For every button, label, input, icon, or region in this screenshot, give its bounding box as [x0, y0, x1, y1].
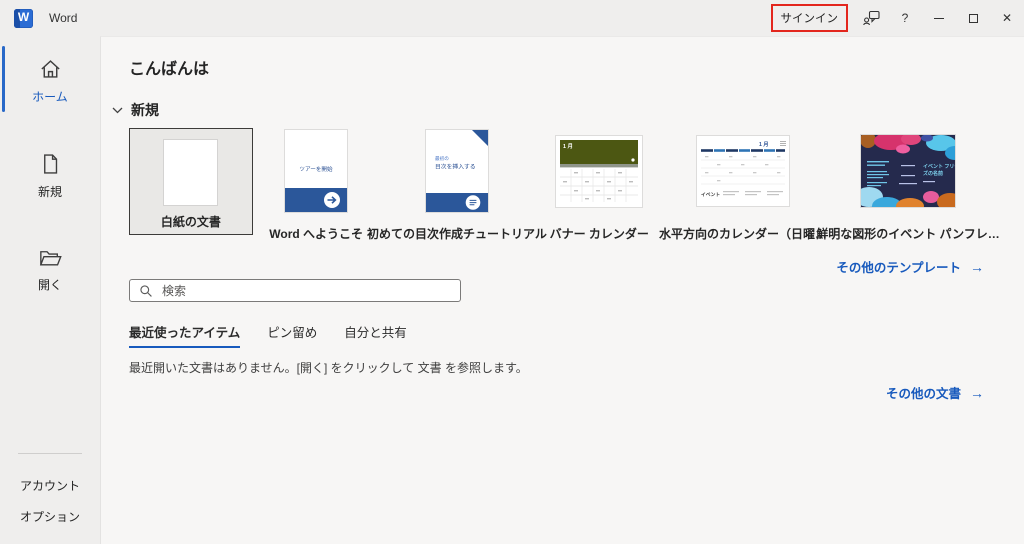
person-feedback-icon	[863, 10, 880, 26]
right-arrow-icon[interactable]: →	[970, 385, 984, 401]
sidebar-item-label: 開く	[38, 276, 62, 293]
template-label: 初めての目次作成チュートリアル	[367, 225, 547, 242]
svg-text:1 月: 1 月	[563, 142, 573, 150]
sidebar-footer: アカウント オプション	[0, 453, 100, 532]
template-welcome-to-word[interactable]: ツアーを開始 Word へようこそ	[263, 128, 370, 242]
template-label: 白紙の文書	[161, 213, 221, 230]
chevron-down-icon	[112, 107, 123, 114]
svg-text:ズの名前: ズの名前	[923, 170, 943, 177]
sidebar-item-label: 新規	[38, 183, 62, 200]
sidebar-item-new[interactable]: 新規	[0, 152, 100, 200]
welcome-tour-thumbnail: ツアーを開始	[285, 130, 347, 212]
sidebar-item-account[interactable]: アカウント	[20, 470, 80, 501]
word-logo-icon: W	[14, 9, 33, 28]
home-icon	[38, 57, 63, 81]
more-templates-link[interactable]: その他のテンプレート	[836, 257, 961, 276]
maximize-button[interactable]	[956, 0, 990, 36]
template-search-box[interactable]	[129, 279, 461, 302]
minimize-button[interactable]	[922, 0, 956, 36]
maximize-icon	[969, 14, 978, 23]
sidebar-item-home[interactable]: ホーム	[0, 57, 100, 105]
sidebar-item-options[interactable]: オプション	[20, 501, 80, 532]
template-label: バナー カレンダー	[550, 225, 649, 242]
tab-pinned[interactable]: ピン留め	[267, 322, 317, 348]
feedback-button[interactable]	[854, 0, 888, 36]
event-brochure-thumbnail: イベント フリー ズの名前	[861, 135, 955, 207]
tab-shared-with-me[interactable]: 自分と共有	[344, 322, 407, 348]
template-gallery: 白紙の文書 ツアーを開始 Word へようこそ 最初の	[129, 128, 984, 242]
new-section-title: 新規	[131, 100, 159, 120]
svg-text:1 月: 1 月	[759, 140, 769, 148]
sidebar-item-open[interactable]: 開く	[0, 247, 100, 293]
greeting-heading: こんばんは	[129, 55, 984, 79]
more-documents-link[interactable]: その他の文書	[886, 383, 961, 402]
signin-annotation-highlight: サインイン	[771, 4, 849, 32]
sidebar: ホーム 新規 開く アカウント オプション	[0, 36, 100, 544]
tab-recent[interactable]: 最近使ったアイテム	[129, 322, 240, 348]
horizontal-calendar-thumbnail: 1 月	[697, 136, 789, 206]
titlebar-controls: サインイン ? ✕	[771, 0, 1024, 36]
svg-text:目次を挿入する: 目次を挿入する	[435, 163, 476, 171]
new-document-icon	[39, 152, 62, 176]
help-button[interactable]: ?	[888, 0, 922, 36]
document-list-tabs: 最近使ったアイテム ピン留め 自分と共有	[129, 322, 984, 348]
close-icon: ✕	[1002, 11, 1012, 25]
svg-text:イベント フリー: イベント フリー	[923, 164, 955, 170]
search-icon	[139, 284, 153, 298]
svg-text:イベント: イベント	[701, 192, 720, 198]
template-label: 鮮明な図形のイベント パンフレ…	[816, 225, 1000, 242]
help-icon: ?	[902, 11, 909, 25]
search-input[interactable]	[162, 284, 451, 298]
more-templates-row: その他のテンプレート →	[129, 257, 984, 276]
active-nav-indicator	[2, 46, 5, 112]
template-horizontal-calendar[interactable]: 1 月	[664, 128, 822, 242]
template-event-brochure[interactable]: イベント フリー ズの名前 鮮明な図形のイベント パンフレ…	[832, 128, 984, 242]
signin-button[interactable]: サインイン	[781, 13, 839, 25]
home-backstage-panel: こんばんは 新規 白紙の文書 ツアーを開始 Word へようこそ	[100, 36, 1024, 544]
more-documents-row: その他の文書 →	[129, 383, 984, 402]
open-folder-icon	[38, 247, 63, 269]
toc-tutorial-thumbnail: 最初の 目次を挿入する	[426, 130, 488, 212]
blank-page-thumbnail	[163, 139, 218, 206]
titlebar: W Word サインイン ? ✕	[0, 0, 1024, 36]
template-blank-document[interactable]: 白紙の文書	[129, 128, 253, 235]
template-label: Word へようこそ	[269, 225, 363, 242]
template-toc-tutorial[interactable]: 最初の 目次を挿入する 初めての目次作成チュートリアル	[379, 128, 534, 242]
sidebar-divider	[18, 453, 82, 454]
new-section-header[interactable]: 新規	[112, 100, 984, 120]
minimize-icon	[934, 18, 944, 19]
banner-calendar-thumbnail: 1 月	[556, 136, 642, 207]
svg-text:最初の: 最初の	[435, 155, 449, 162]
template-label: 水平方向のカレンダー（日曜…	[659, 225, 827, 242]
app-title: Word	[49, 11, 77, 25]
svg-text:ツアーを開始: ツアーを開始	[300, 165, 334, 173]
no-recent-documents-message: 最近開いた文書はありません。[開く] をクリックして 文書 を参照します。	[129, 359, 984, 376]
sidebar-item-label: ホーム	[32, 88, 68, 105]
close-button[interactable]: ✕	[990, 0, 1024, 36]
right-arrow-icon[interactable]: →	[970, 259, 984, 275]
template-banner-calendar[interactable]: 1 月 バナー	[544, 128, 654, 242]
